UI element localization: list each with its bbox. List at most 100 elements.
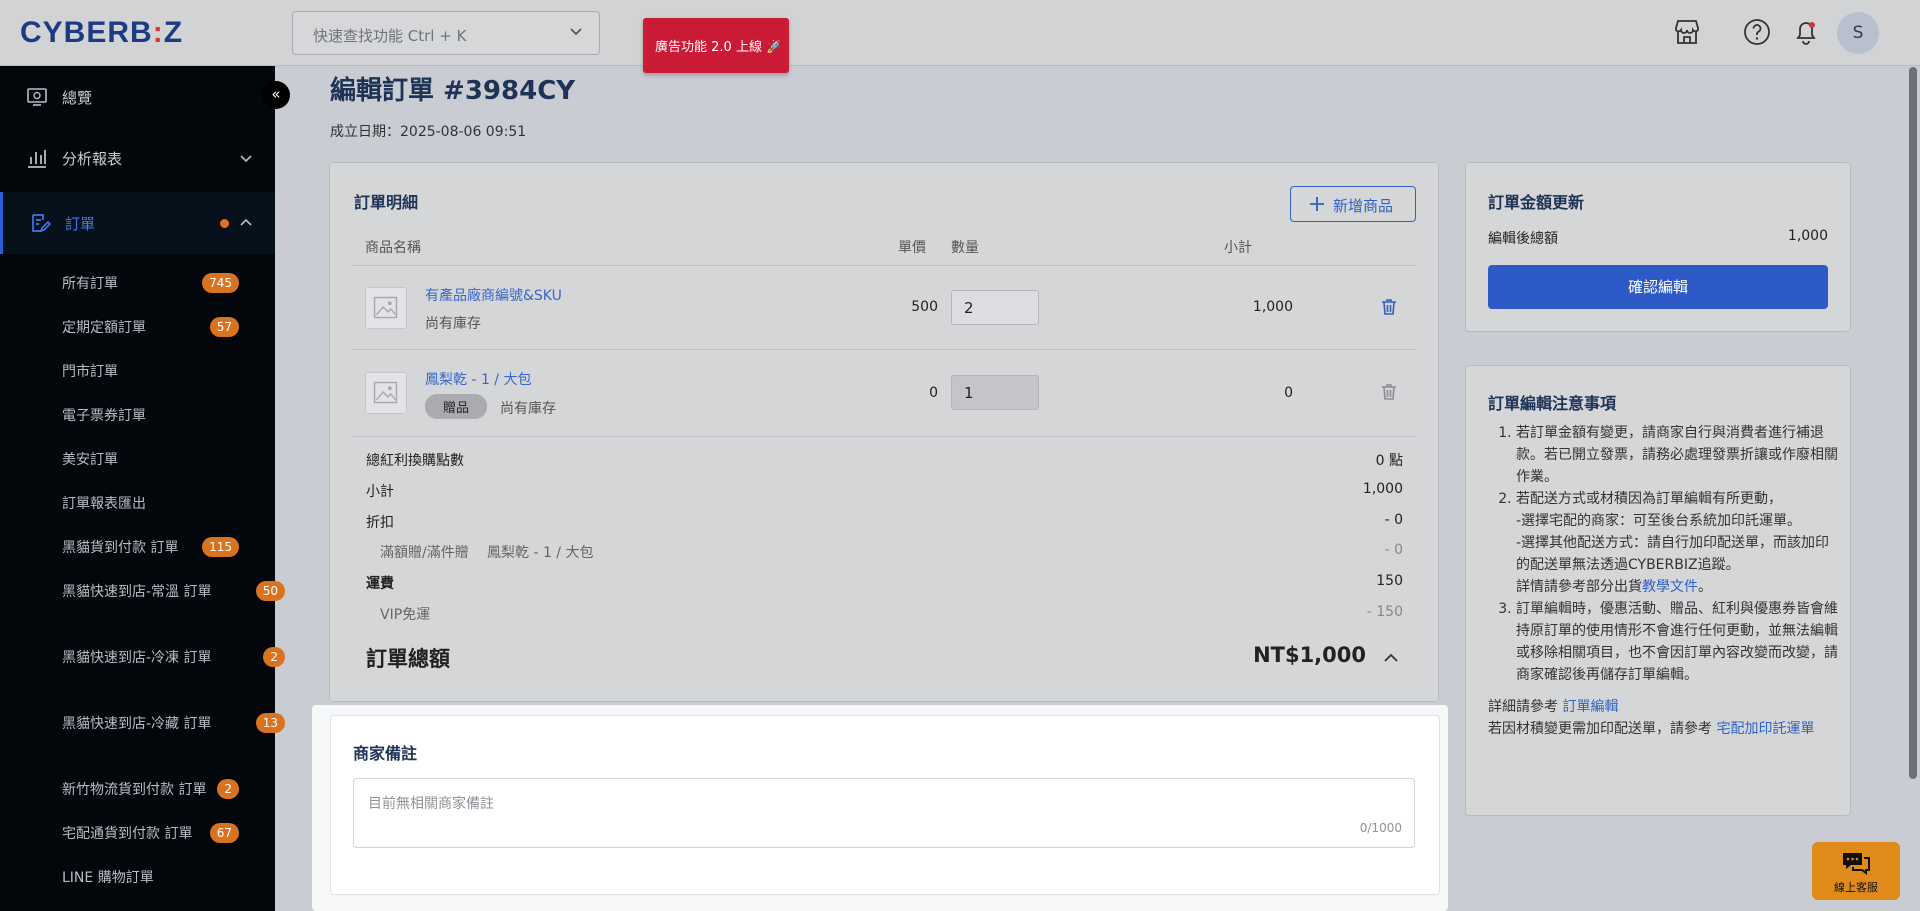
- divider: [352, 349, 1416, 350]
- count-badge: 57: [209, 317, 239, 337]
- unit-price: 0: [929, 385, 938, 401]
- char-counter: 0/1000: [1359, 821, 1402, 835]
- note-item: 若訂單金額有變更，請商家自行與消費者進行補退款。若已開立發票，請務必處理發票折讓…: [1516, 422, 1838, 488]
- sidebar-subitem[interactable]: 黑貓快速到店-冷藏 訂單 13: [62, 713, 285, 735]
- sidebar-item-label: 總覽: [62, 89, 93, 107]
- shipping-label: 運費: [366, 576, 394, 592]
- add-product-button[interactable]: 新增商品: [1290, 186, 1416, 222]
- trash-icon[interactable]: [1379, 297, 1399, 317]
- sidebar-collapse-button[interactable]: «: [262, 81, 290, 109]
- bar-chart-icon: [28, 150, 46, 168]
- dashboard-icon: [27, 88, 47, 106]
- divider: [352, 436, 1416, 437]
- order-edit-icon: [32, 214, 52, 233]
- quick-search-placeholder: 快速查找功能 Ctrl + K: [313, 27, 467, 45]
- column-header-name: 商品名稱: [365, 240, 421, 256]
- store-icon[interactable]: [1671, 16, 1703, 48]
- live-chat-button[interactable]: 線上客服: [1812, 842, 1900, 900]
- orders-notification-dot: [220, 219, 229, 228]
- quantity-input: 1: [951, 375, 1039, 410]
- discount-detail-label: 滿額贈/滿件贈: [380, 545, 469, 561]
- sidebar-subitem[interactable]: 門市訂單: [62, 361, 262, 383]
- chevron-up-icon: [240, 218, 252, 226]
- sidebar-item-reports[interactable]: 分析報表: [0, 127, 275, 189]
- count-badge: 50: [255, 581, 285, 601]
- product-image-placeholder-icon: [365, 372, 407, 414]
- line-subtotal: 1,000: [1252, 299, 1293, 315]
- sidebar-subitem[interactable]: LINE 購物訂單: [62, 867, 262, 889]
- sidebar-subitem[interactable]: 黑貓快速到店-冷凍 訂單 2: [62, 647, 285, 669]
- product-name-link[interactable]: 有產品廠商編號&SKU: [425, 285, 562, 305]
- discount-detail-item: 鳳梨乾 - 1 / 大包: [487, 545, 594, 561]
- product-name-link[interactable]: 鳳梨乾 - 1 / 大包: [425, 369, 531, 389]
- sidebar-subitem[interactable]: 訂單報表匯出: [62, 493, 262, 515]
- sidebar: 總覽 分析報表 訂單 所有訂單 745 定期定額訂單 57 門市訂單 電子票券訂單 …: [0, 66, 285, 911]
- discount-detail-value: - 0: [1384, 542, 1403, 558]
- points-label: 總紅利換購點數: [366, 453, 464, 469]
- promo-banner[interactable]: 廣告功能 2.0 上線 🚀: [643, 18, 789, 73]
- count-badge: 745: [202, 273, 239, 293]
- subtotal-label: 小計: [366, 484, 394, 500]
- merchant-note-textarea[interactable]: 目前無相關商家備註 0/1000: [353, 778, 1415, 848]
- textarea-placeholder: 目前無相關商家備註: [368, 796, 494, 812]
- sidebar-subitem[interactable]: 定期定額訂單 57: [62, 317, 262, 339]
- order-created-date: 成立日期：2025-08-06 09:51: [330, 124, 527, 140]
- sidebar-subitem[interactable]: 新竹物流貨到付款 訂單 2: [62, 779, 262, 801]
- quick-search-select[interactable]: 快速查找功能 Ctrl + K: [292, 11, 600, 55]
- print-waybill-link[interactable]: 宅配加印託運單: [1716, 721, 1814, 737]
- subtotal-value: 1,000: [1362, 481, 1403, 497]
- discount-value: - 0: [1384, 512, 1403, 528]
- order-edit-link[interactable]: 訂單編輯: [1562, 699, 1618, 715]
- card-title: 訂單編輯注意事項: [1488, 394, 1617, 413]
- divider: [352, 265, 1416, 266]
- trash-icon: [1382, 384, 1396, 400]
- sidebar-item-label: 分析報表: [62, 150, 123, 168]
- chevron-down-icon: [570, 28, 582, 36]
- shipping-discount-label: VIP免運: [380, 607, 431, 623]
- chat-bubble-icon: [1843, 853, 1870, 875]
- merchant-note-card: 商家備註 目前無相關商家備註 0/1000: [330, 715, 1440, 895]
- column-header-qty: 數量: [951, 240, 979, 256]
- user-avatar[interactable]: S: [1837, 12, 1879, 54]
- count-badge: 115: [202, 537, 239, 557]
- count-badge: 2: [217, 779, 239, 799]
- tutorial-doc-link[interactable]: 教學文件: [1642, 579, 1698, 595]
- card-title: 訂單金額更新: [1488, 193, 1585, 212]
- count-badge: 13: [255, 713, 285, 733]
- merchant-note-section: 商家備註 目前無相關商家備註 0/1000: [312, 705, 1448, 911]
- edited-total-label: 編輯後總額: [1488, 231, 1558, 247]
- sidebar-subitem[interactable]: 黑貓貨到付款 訂單 115: [62, 537, 262, 559]
- line-subtotal: 0: [1284, 385, 1293, 401]
- stock-status: 尚有庫存: [425, 316, 481, 332]
- count-badge: 67: [209, 823, 239, 843]
- shipping-discount-value: - 150: [1366, 604, 1403, 620]
- top-bar: CYBERB:Z 快速查找功能 Ctrl + K S: [0, 0, 1920, 66]
- sidebar-subitem[interactable]: 所有訂單 745: [62, 273, 262, 295]
- card-title: 訂單明細: [354, 193, 419, 212]
- help-icon[interactable]: [1741, 16, 1773, 48]
- sidebar-item-orders[interactable]: 訂單: [0, 192, 275, 254]
- page-title: 編輯訂單 #3984CY: [330, 76, 576, 106]
- chat-label: 線上客服: [1834, 881, 1878, 894]
- unit-price: 500: [911, 299, 938, 315]
- plus-icon: [1310, 197, 1324, 211]
- gift-tag: 贈品: [425, 394, 488, 419]
- scrollbar-thumb[interactable]: [1909, 67, 1917, 779]
- chevron-up-icon[interactable]: [1382, 649, 1400, 667]
- note-reference: 詳細請參考 訂單編輯 若因材積變更需加印配送單，請參考 宅配加印託運單: [1488, 699, 1815, 737]
- card-title: 商家備註: [353, 744, 418, 763]
- sidebar-subitem[interactable]: 美安訂單: [62, 449, 262, 471]
- cyberbiz-logo[interactable]: CYBERB:Z: [20, 16, 183, 50]
- sidebar-item-overview[interactable]: 總覽: [0, 66, 275, 128]
- chevron-down-icon: [240, 155, 252, 163]
- sidebar-subitem[interactable]: 電子票券訂單: [62, 405, 262, 427]
- order-total-value: NT$1,000: [1253, 643, 1366, 667]
- notification-bell-icon[interactable]: [1790, 16, 1822, 48]
- confirm-edit-button[interactable]: 確認編輯: [1488, 265, 1828, 309]
- stock-status: 尚有庫存: [500, 401, 556, 417]
- sidebar-subitem[interactable]: 宅配通貨到付款 訂單 67: [62, 823, 262, 845]
- edit-notes-text: 若訂單金額有變更，請商家自行與消費者進行補退款。若已開立發票，請務必處理發票折讓…: [1488, 422, 1838, 740]
- sidebar-subitem[interactable]: 黑貓快速到店-常溫 訂單 50: [62, 581, 285, 603]
- note-item: 若配送方式或材積因為訂單編輯有所更動， -選擇宅配的商家：可至後台系統加印託運單…: [1516, 488, 1838, 598]
- quantity-input[interactable]: 2: [951, 290, 1039, 325]
